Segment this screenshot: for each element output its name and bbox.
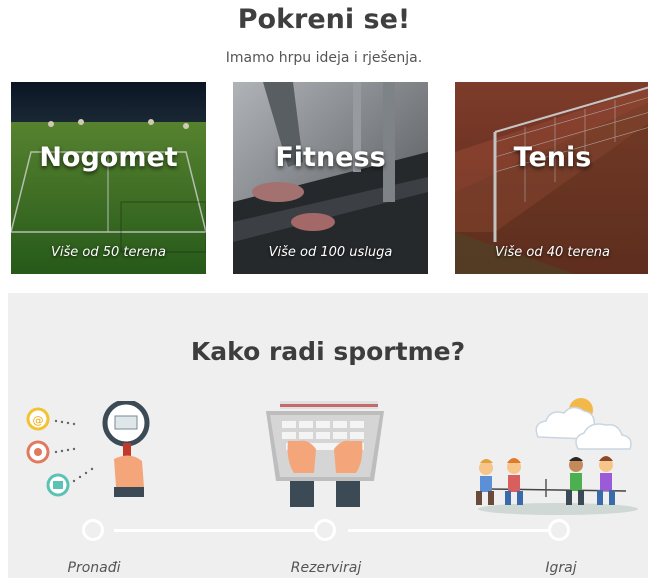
step-dot-igraj[interactable] xyxy=(548,519,570,541)
page-title: Pokreni se! xyxy=(237,4,411,35)
timeline-line xyxy=(114,529,314,532)
step-label-pronadi: Pronađi xyxy=(67,560,121,576)
how-it-works-section: Kako radi sportme? @ Pronađi Rezerviraj … xyxy=(8,293,648,578)
card-tenis[interactable]: Tenis Više od 40 terena xyxy=(455,82,648,274)
step-dot-pronadi[interactable] xyxy=(82,519,104,541)
step-dot-rezerviraj[interactable] xyxy=(314,519,336,541)
search-illustration-icon: @ xyxy=(26,401,150,497)
card-subtitle: Više od 100 usluga xyxy=(268,245,393,260)
card-subtitle: Više od 50 terena xyxy=(50,245,167,260)
card-subtitle: Više od 40 terena xyxy=(494,245,611,260)
step-label-igraj: Igraj xyxy=(545,560,577,576)
step-label-rezerviraj: Rezerviraj xyxy=(290,560,362,576)
section-title: Kako radi sportme? xyxy=(190,337,466,366)
card-title: Fitness xyxy=(275,142,386,173)
card-title: Nogomet xyxy=(39,142,178,173)
card-nogomet[interactable]: Nogomet Više od 50 terena xyxy=(11,82,206,274)
svg-text:@: @ xyxy=(33,414,44,427)
timeline-line xyxy=(348,529,548,532)
laptop-illustration-icon xyxy=(266,401,384,507)
card-fitness[interactable]: Fitness Više od 100 usluga xyxy=(233,82,428,274)
page-subtitle: Imamo hrpu ideja i rješenja. xyxy=(225,50,423,66)
card-title: Tenis xyxy=(513,142,592,173)
kids-playing-illustration-icon xyxy=(476,398,638,515)
